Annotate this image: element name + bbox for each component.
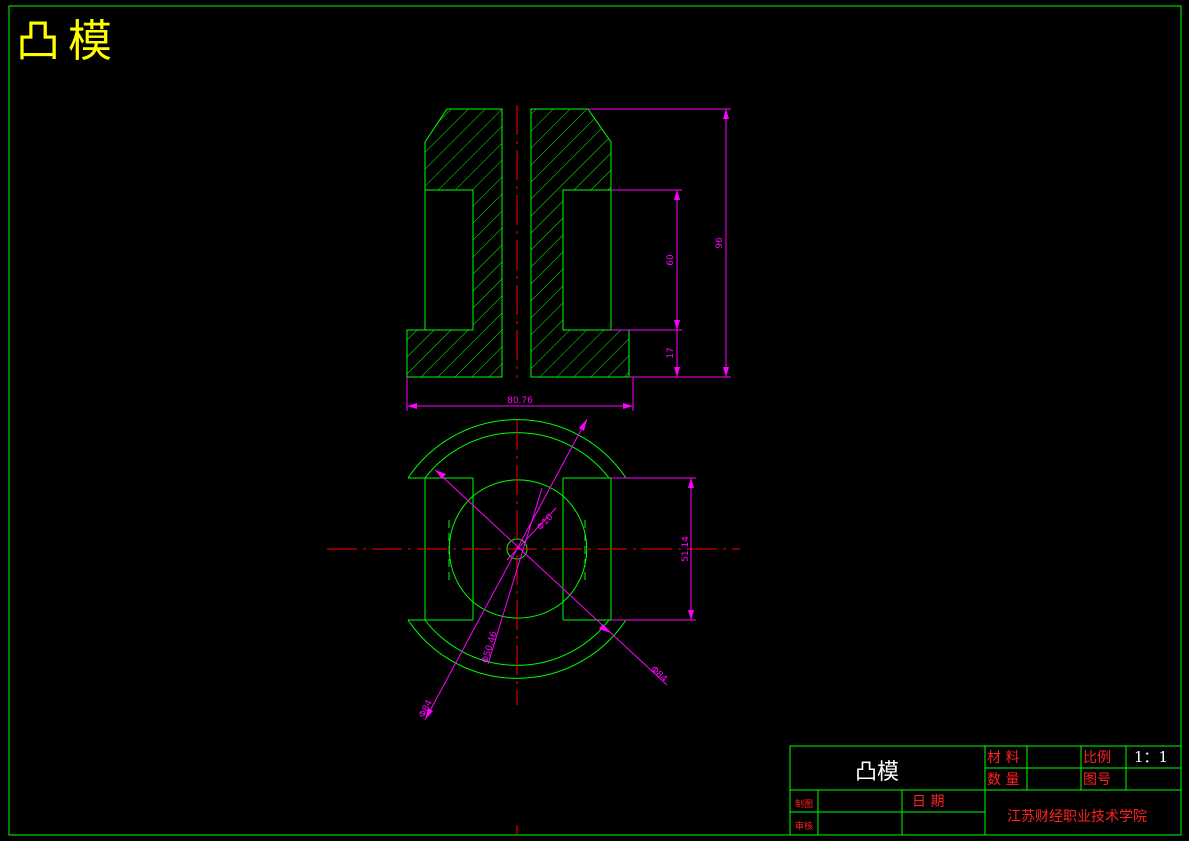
dim-hole-dia: Φ10: [536, 512, 556, 533]
tb-date-label: 日 期: [912, 794, 945, 810]
tb-checked-by-label: 审核: [795, 822, 814, 832]
tb-institution: 江苏财经职业技术学院: [1007, 809, 1147, 825]
tb-drawn-by-label: 制图: [795, 800, 814, 810]
leader-dia-84-b: [434, 469, 668, 686]
dim-inner-dia: Φ50.46: [481, 630, 500, 665]
tb-drawing-no-label: 图号: [1083, 772, 1111, 788]
drawing-title: 凸模: [16, 16, 120, 67]
tb-material-label: 材 料: [987, 750, 1020, 766]
section-hatch-left: [406, 108, 503, 378]
tb-scale-value: 1：1: [1134, 748, 1169, 766]
dim-outer-dia-a: Φ84: [417, 698, 435, 719]
tb-scale-label: 比例: [1083, 750, 1111, 766]
dim-outer-dia-b: Φ84: [648, 665, 669, 685]
dim-pocket-height: 60: [666, 254, 676, 266]
section-view: [406, 105, 630, 378]
tb-quantity-label: 数 量: [987, 772, 1020, 788]
dim-base-height: 17: [666, 347, 676, 358]
inner-circle-bottom: [472, 601, 564, 619]
dim-base-width: 80.76: [507, 396, 533, 406]
cad-drawing: 96 60 17 80.76 51.14 Φ10 Φ50.46 Φ84 Φ84: [8, 5, 1182, 836]
top-view: [327, 419, 740, 835]
section-hatch-right: [530, 108, 630, 378]
dim-slot-width: 51.14: [681, 536, 691, 562]
dim-total-height: 96: [715, 237, 725, 249]
tb-part-name: 凸模: [855, 760, 900, 785]
